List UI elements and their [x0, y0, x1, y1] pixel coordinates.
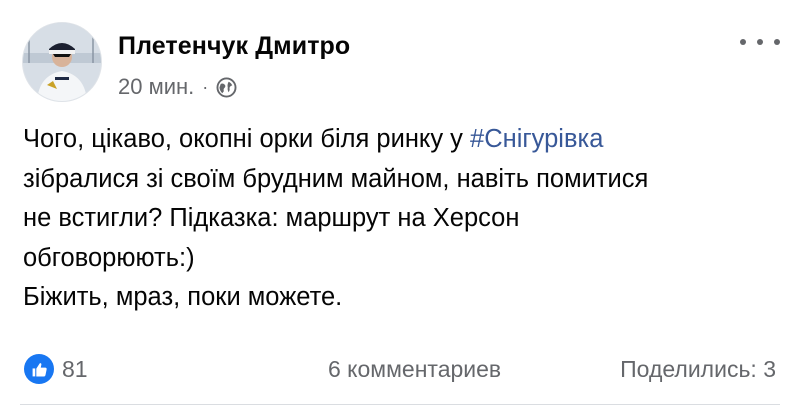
comments-count[interactable]: 6 комментариев [328, 356, 501, 383]
globe-icon[interactable] [216, 77, 237, 98]
post-body: Чого, цікаво, окопні орки біля ринку у #… [23, 120, 783, 318]
shares-count[interactable]: Поделились: 3 [620, 356, 776, 383]
hashtag-link[interactable]: #Снігурівка [470, 125, 603, 153]
more-horizontal-icon[interactable] [740, 28, 780, 56]
like-icon[interactable] [24, 354, 54, 384]
divider [20, 404, 780, 405]
post-body-line: зібралися зі своїм брудним майном, навіт… [23, 164, 649, 193]
author-name[interactable]: Плетенчук Дмитро [118, 32, 350, 61]
more-dot [774, 39, 780, 45]
more-dot [757, 39, 763, 45]
post-body-line: не встигли? Підказка: маршрут на Херсон [23, 204, 520, 232]
more-dot [740, 39, 746, 45]
meta-separator: · [202, 76, 209, 97]
post-body-line: обговорюють:) [23, 243, 195, 272]
facebook-post: Плетенчук Дмитро 20 мин. · Чого, цікаво,… [0, 0, 800, 410]
post-body-line: Чого, цікаво, окопні орки біля ринку у #… [23, 120, 783, 160]
post-meta: 20 мин. · [118, 74, 237, 100]
thumbs-up-icon [32, 362, 47, 377]
reaction-count[interactable]: 81 [62, 356, 88, 383]
post-footer: 81 6 комментариев Поделились: 3 [0, 352, 800, 392]
post-text: Чого, цікаво, окопні орки біля ринку у [23, 125, 471, 153]
avatar-photo [23, 23, 101, 101]
timestamp[interactable]: 20 мин. [118, 74, 194, 100]
avatar[interactable] [22, 22, 102, 102]
post-body-line: Біжить, мраз, поки можете. [23, 283, 343, 311]
